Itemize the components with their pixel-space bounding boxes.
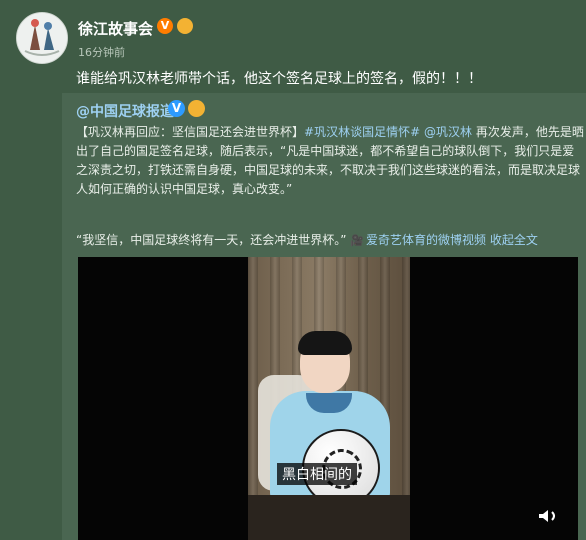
repost-topic-link[interactable]: #巩汉林谈国足情怀#: [304, 125, 420, 139]
post-text: 谁能给巩汉林老师带个话，他这个签名足球上的签名，假的！！！: [76, 71, 482, 87]
person-hair: [298, 331, 352, 355]
repost-author[interactable]: @中国足球报道: [76, 101, 174, 121]
repost-quote-text: “我坚信，中国足球终将有一天，还会冲进世界杯。”: [76, 233, 347, 247]
speaker-mute-icon[interactable]: [538, 508, 560, 524]
repost-body: 【巩汉林再回应：坚信国足还会进世界杯】#巩汉林谈国足情怀# @巩汉林 再次发声，…: [76, 123, 584, 199]
video-subtitle: 黑白相间的: [277, 463, 357, 485]
repost-quote-line: “我坚信，中国足球终将有一天，还会冲进世界杯。” 🎥 爱奇艺体育的微博视频 收起全…: [76, 231, 586, 248]
repost-body-intro: 【巩汉林再回应：坚信国足还会进世界杯】: [76, 125, 305, 139]
video-camera-icon: 🎥: [350, 234, 364, 247]
post-header: 徐江故事会 V 16分钟前: [16, 12, 576, 64]
post-timestamp[interactable]: 16分钟前: [78, 44, 125, 60]
video-frame[interactable]: 黑白相间的: [248, 257, 410, 540]
repost-emoji-badge-icon: [188, 100, 205, 117]
repost-box: @中国足球报道 V 【巩汉林再回应：坚信国足还会进世界杯】#巩汉林谈国足情怀# …: [62, 93, 586, 540]
author-emoji-badge-icon: [177, 18, 193, 34]
author-name[interactable]: 徐江故事会: [78, 18, 153, 39]
avatar-illustration: [17, 13, 67, 63]
repost-video-link[interactable]: 爱奇艺体育的微博视频: [366, 233, 486, 247]
repost-verified-badge-icon: V: [168, 100, 185, 117]
desk: [248, 495, 410, 540]
author-avatar[interactable]: [16, 12, 68, 64]
video-player[interactable]: 黑白相间的: [78, 257, 578, 540]
repost-mention-link[interactable]: @巩汉林: [424, 125, 472, 139]
author-verified-badge-icon: V: [157, 18, 173, 34]
collapse-text-link[interactable]: 收起全文: [490, 233, 538, 247]
